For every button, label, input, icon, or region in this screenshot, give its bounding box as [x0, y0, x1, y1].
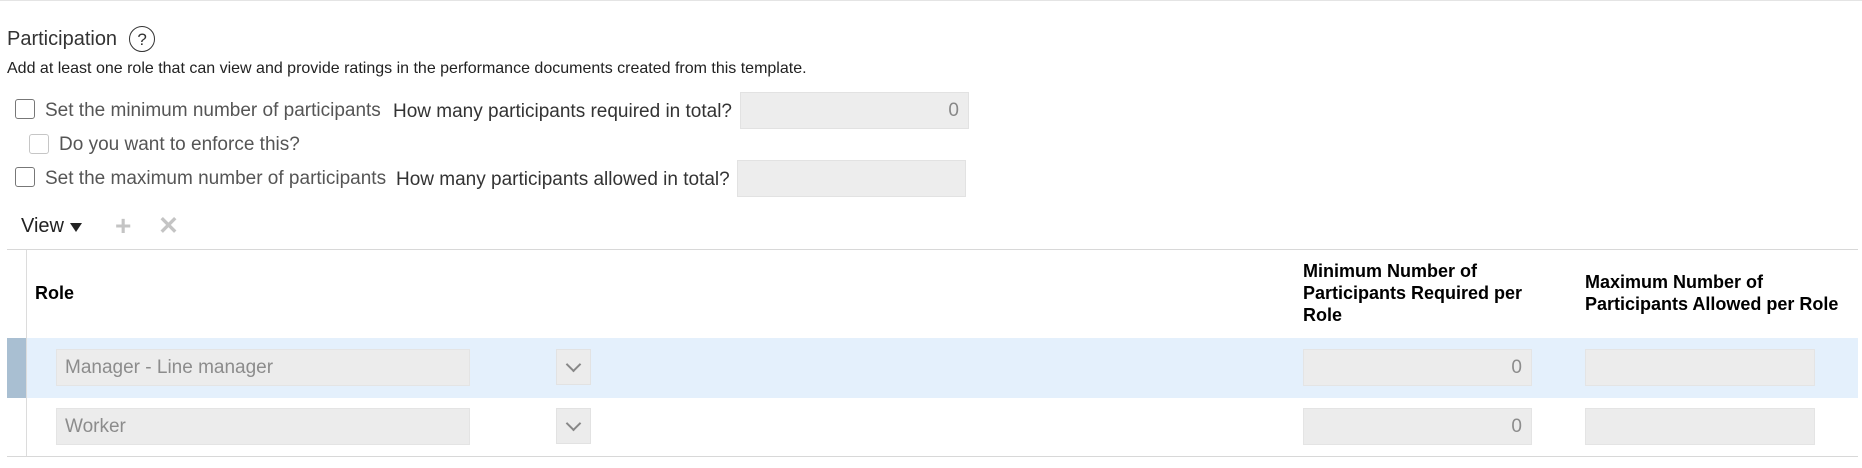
- table-top-border: [7, 249, 1858, 250]
- chevron-down-icon: [565, 415, 582, 432]
- min-participants-label: Set the minimum number of participants: [45, 100, 381, 121]
- max-participants-label: Set the maximum number of participants: [45, 168, 387, 189]
- min-per-role-input[interactable]: 0: [1303, 408, 1532, 445]
- section-description: Add at least one role that can view and …: [7, 60, 807, 77]
- view-menu-label: View: [21, 215, 64, 237]
- max-per-role-input[interactable]: [1585, 349, 1815, 386]
- column-header-min-per-role: Minimum Number of Participants Required …: [1303, 260, 1522, 326]
- section-title: Participation: [7, 27, 118, 50]
- table-row[interactable]: Manager - Line manager 0: [7, 338, 1858, 398]
- table-bottom-border: [7, 456, 1858, 457]
- role-select[interactable]: Worker: [56, 408, 470, 445]
- remove-icon[interactable]: ✕: [158, 212, 179, 240]
- column-header-min-line: Role: [1303, 305, 1343, 325]
- max-total-question: How many participants allowed in total?: [396, 169, 730, 190]
- min-total-input[interactable]: 0: [740, 92, 969, 129]
- chevron-down-icon: [565, 356, 582, 373]
- column-header-max-per-role: Maximum Number of Participants Allowed p…: [1585, 271, 1838, 315]
- table-selector-column: [7, 250, 27, 456]
- top-divider: [0, 0, 1862, 1]
- enforce-checkbox[interactable]: [29, 134, 49, 154]
- column-header-min-line: Participants Required per: [1303, 283, 1523, 303]
- min-total-question: How many participants required in total?: [393, 101, 733, 122]
- column-header-max-line: Participants Allowed per Role: [1585, 294, 1839, 314]
- role-dropdown-button[interactable]: [556, 349, 591, 385]
- table-row[interactable]: Worker 0: [7, 398, 1858, 458]
- help-icon[interactable]: ?: [129, 26, 156, 52]
- min-participants-checkbox[interactable]: [15, 99, 35, 119]
- enforce-label: Do you want to enforce this?: [59, 134, 300, 155]
- role-select[interactable]: Manager - Line manager: [56, 349, 470, 386]
- role-dropdown-button[interactable]: [556, 408, 591, 444]
- column-header-min-line: Minimum Number of: [1303, 261, 1477, 281]
- max-participants-checkbox[interactable]: [15, 167, 35, 187]
- column-header-max-line: Maximum Number of: [1585, 272, 1764, 292]
- caret-down-icon: [70, 223, 82, 232]
- max-per-role-input[interactable]: [1585, 408, 1815, 445]
- add-icon[interactable]: +: [115, 212, 131, 240]
- view-menu[interactable]: View: [21, 215, 82, 238]
- min-per-role-input[interactable]: 0: [1303, 349, 1532, 386]
- section-header: Participation ?: [7, 26, 156, 52]
- column-header-role: Role: [35, 283, 75, 303]
- max-total-input[interactable]: [737, 160, 966, 197]
